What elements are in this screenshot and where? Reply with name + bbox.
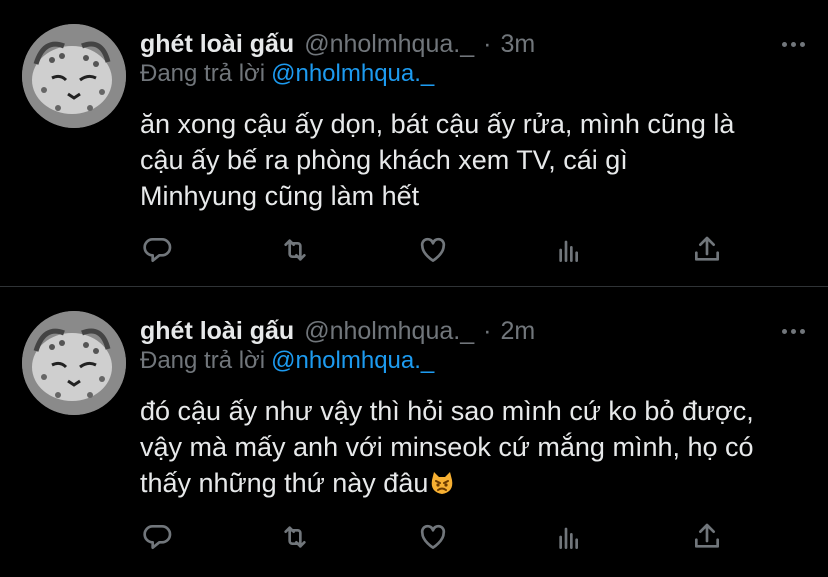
pouting-cat-face-icon [429,469,455,505]
replying-to-label: Đang trả lời [140,347,266,374]
tweet-header: ghét loài gấu @nholmhqua._ · 2m [140,314,808,348]
tweet[interactable]: ghét loài gấu @nholmhqua._ · 3m Đang trả… [0,0,828,286]
more-icon[interactable] [778,314,808,348]
reply-button[interactable] [136,515,180,559]
tweet-header: ghét loài gấu @nholmhqua._ · 3m [140,27,808,61]
avatar[interactable] [22,311,126,415]
reply-mention-link[interactable]: @nholmhqua._ [271,60,434,87]
author-handle[interactable]: @nholmhqua._ [304,30,474,59]
reply-mention-link[interactable]: @nholmhqua._ [271,347,434,374]
action-bar [140,515,740,559]
analytics-icon [559,240,578,262]
retweet-icon [284,526,306,548]
tweet-text: đó cậu ấy như vậy thì hỏi sao mình cứ ko… [140,393,810,505]
retweet-button[interactable] [273,228,317,272]
retweet-icon [284,239,306,261]
timeline: ghét loài gấu @nholmhqua._ · 3m Đang trả… [0,0,828,572]
replying-to: Đang trả lời @nholmhqua._ [140,347,434,375]
heart-icon [420,524,446,549]
tweet[interactable]: ghét loài gấu @nholmhqua._ · 2m Đang trả… [0,286,828,572]
separator: · [483,29,492,58]
reply-icon [143,238,172,262]
share-button[interactable] [685,228,729,272]
author-name[interactable]: ghét loài gấu [140,30,294,59]
like-button[interactable] [411,515,455,559]
reply-button[interactable] [136,228,180,272]
author-name[interactable]: ghét loài gấu [140,317,294,346]
analytics-icon [559,527,578,549]
author-handle[interactable]: @nholmhqua._ [304,317,474,346]
timestamp[interactable]: 2m [500,317,535,346]
heart-icon [420,237,446,262]
analytics-button[interactable] [548,515,592,559]
more-icon[interactable] [778,27,808,61]
like-button[interactable] [411,228,455,272]
reply-icon [143,525,172,549]
avatar[interactable] [22,24,126,128]
separator: · [483,316,492,345]
share-icon [695,523,719,548]
share-button[interactable] [685,515,729,559]
action-bar [140,228,740,272]
tweet-text: ăn xong cậu ấy dọn, bát cậu ấy rửa, mình… [140,109,735,211]
timestamp[interactable]: 3m [500,30,535,59]
analytics-button[interactable] [548,228,592,272]
share-icon [695,236,719,261]
replying-to: Đang trả lời @nholmhqua._ [140,60,434,88]
retweet-button[interactable] [273,515,317,559]
replying-to-label: Đang trả lời [140,60,266,87]
